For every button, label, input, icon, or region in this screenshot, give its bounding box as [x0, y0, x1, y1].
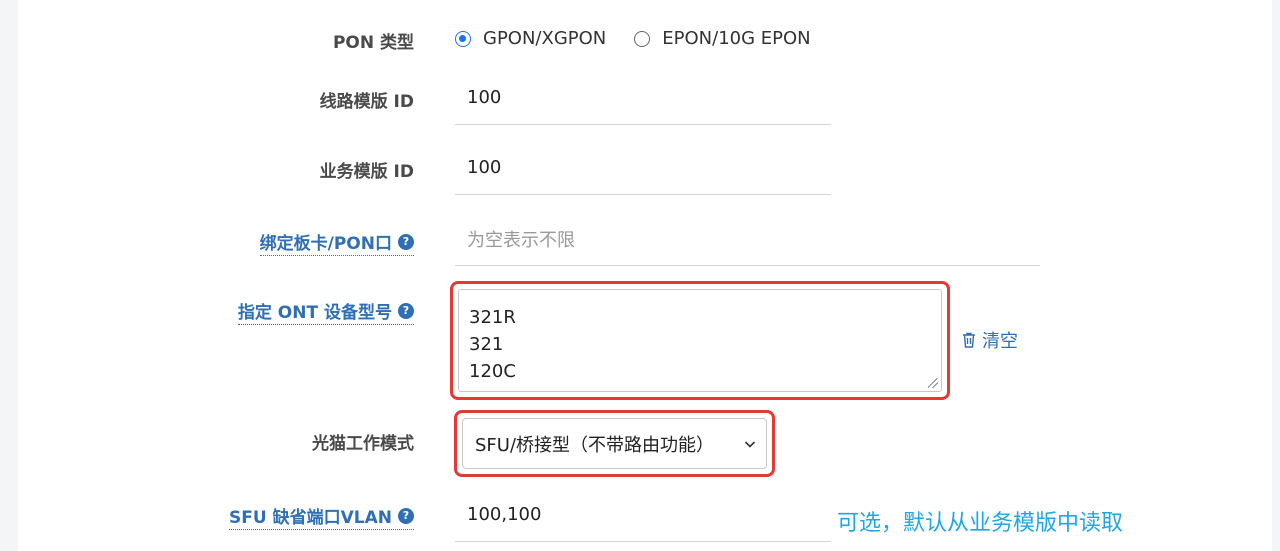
highlight-box: 321R 321 120C [450, 281, 950, 400]
radio-checked-icon [455, 30, 471, 47]
ont-models-textarea[interactable]: 321R 321 120C [458, 289, 942, 392]
highlight-box: SFU/桥接型（不带路由功能） [454, 410, 775, 477]
bind-board-input[interactable]: 为空表示不限 [455, 212, 1040, 266]
help-icon[interactable]: ? [398, 233, 414, 250]
help-icon[interactable]: ? [398, 302, 414, 319]
pon-type-label: PON 类型 [332, 33, 414, 53]
bind-board-label[interactable]: 绑定板卡/PON口 ? [259, 229, 414, 256]
line-profile-label: 线路模版 ID [319, 92, 414, 112]
trash-icon [963, 332, 975, 348]
ont-models-label[interactable]: 指定 ONT 设备型号 ? [237, 298, 414, 325]
clear-button[interactable]: 清空 [962, 327, 1018, 353]
service-profile-label: 业务模版 ID [319, 162, 414, 182]
service-profile-input[interactable]: 100 [455, 141, 831, 195]
sfu-vlan-input[interactable]: 100,100 [455, 488, 831, 542]
pon-type-radio-group: GPON/XGPON EPON/10G EPON [455, 28, 839, 49]
ont-mode-label: 光猫工作模式 [312, 434, 414, 454]
radio-epon[interactable]: EPON/10G EPON [634, 28, 811, 49]
chevron-down-icon [744, 440, 756, 448]
radio-unchecked-icon [634, 30, 651, 47]
annotation-note: 可选，默认从业务模版中读取 [837, 511, 1124, 536]
line-profile-input[interactable]: 100 [455, 71, 831, 125]
ont-mode-select[interactable]: SFU/桥接型（不带路由功能） [462, 418, 767, 469]
resize-handle[interactable] [928, 378, 938, 388]
help-icon[interactable]: ? [398, 507, 414, 524]
sfu-vlan-label[interactable]: SFU 缺省端口VLAN ? [229, 503, 414, 530]
radio-gpon[interactable]: GPON/XGPON [455, 28, 606, 49]
